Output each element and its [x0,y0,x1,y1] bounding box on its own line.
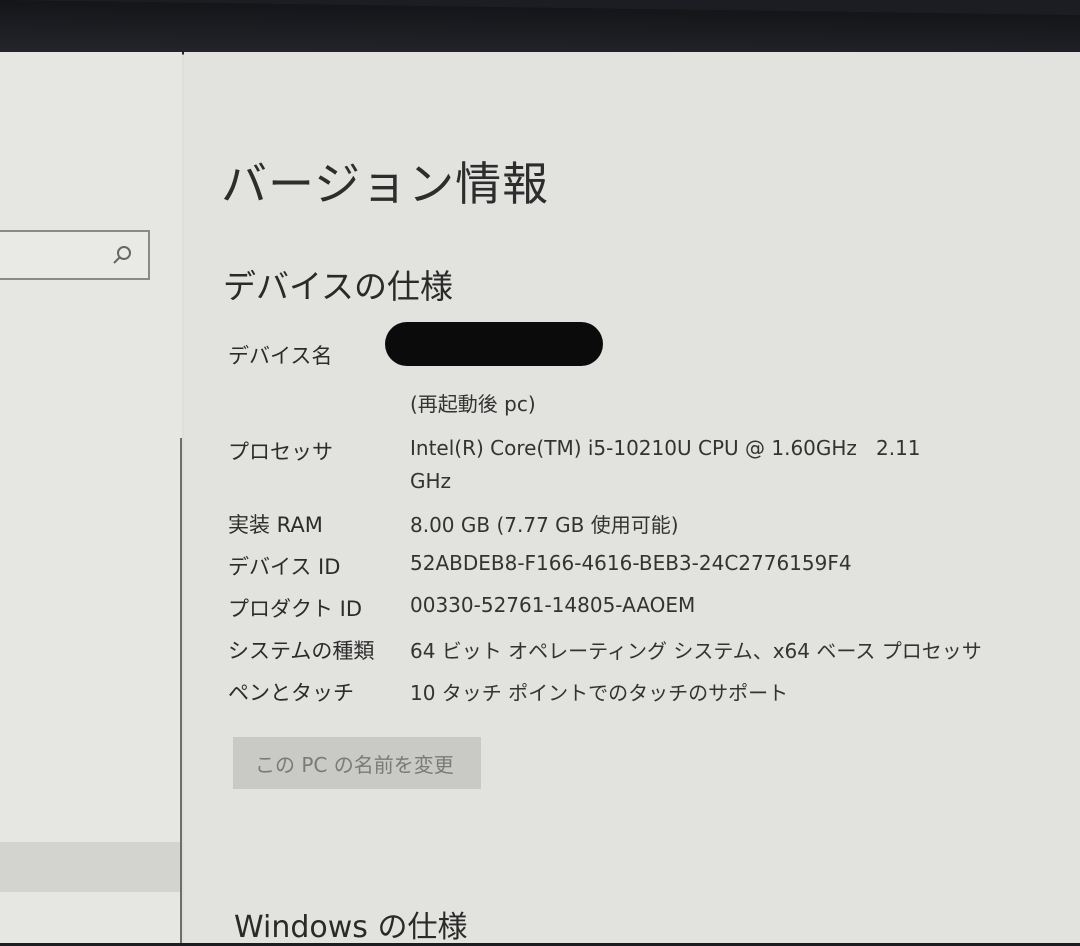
spec-label-device-name: デバイス名 [228,344,333,368]
spec-label-system-type: システムの種類 [228,639,375,663]
rename-pc-button[interactable]: この PC の名前を変更 [233,737,481,789]
device-name-redaction [385,322,603,366]
scrollbar[interactable] [180,438,182,943]
sidebar-selected-item[interactable] [0,842,182,892]
spec-value-processor: Intel(R) Core(TM) i5-10210U CPU @ 1.60GH… [410,436,921,460]
spec-value-ram: 8.00 GB (7.77 GB 使用可能) [410,513,679,537]
spec-label-processor: プロセッサ [228,440,333,464]
page-title: バージョン情報 [221,157,550,211]
settings-sidebar [0,52,182,943]
settings-search-input[interactable] [0,230,150,280]
device-spec-heading: デバイスの仕様 [223,267,454,306]
spec-value-device-id: 52ABDEB8-F166-4616-BEB3-24C2776159F4 [410,551,852,575]
search-icon[interactable] [112,244,134,266]
spec-value-system-type: 64 ビット オペレーティング システム、x64 ベース プロセッサ [410,639,982,663]
spec-label-product-id: プロダクト ID [228,597,363,621]
spec-label-ram: 実装 RAM [228,513,323,537]
spec-value-device-name-note: (再起動後 pc) [410,392,536,416]
spec-label-device-id: デバイス ID [228,555,341,579]
spec-label-pen-touch: ペンとタッチ [228,681,354,705]
spec-value-product-id: 00330-52761-14805-AAOEM [410,593,696,617]
spec-value-processor-cont: GHz [410,469,452,493]
windows-spec-heading: Windows の仕様 [234,910,468,945]
spec-value-pen-touch: 10 タッチ ポイントでのタッチのサポート [410,681,789,705]
